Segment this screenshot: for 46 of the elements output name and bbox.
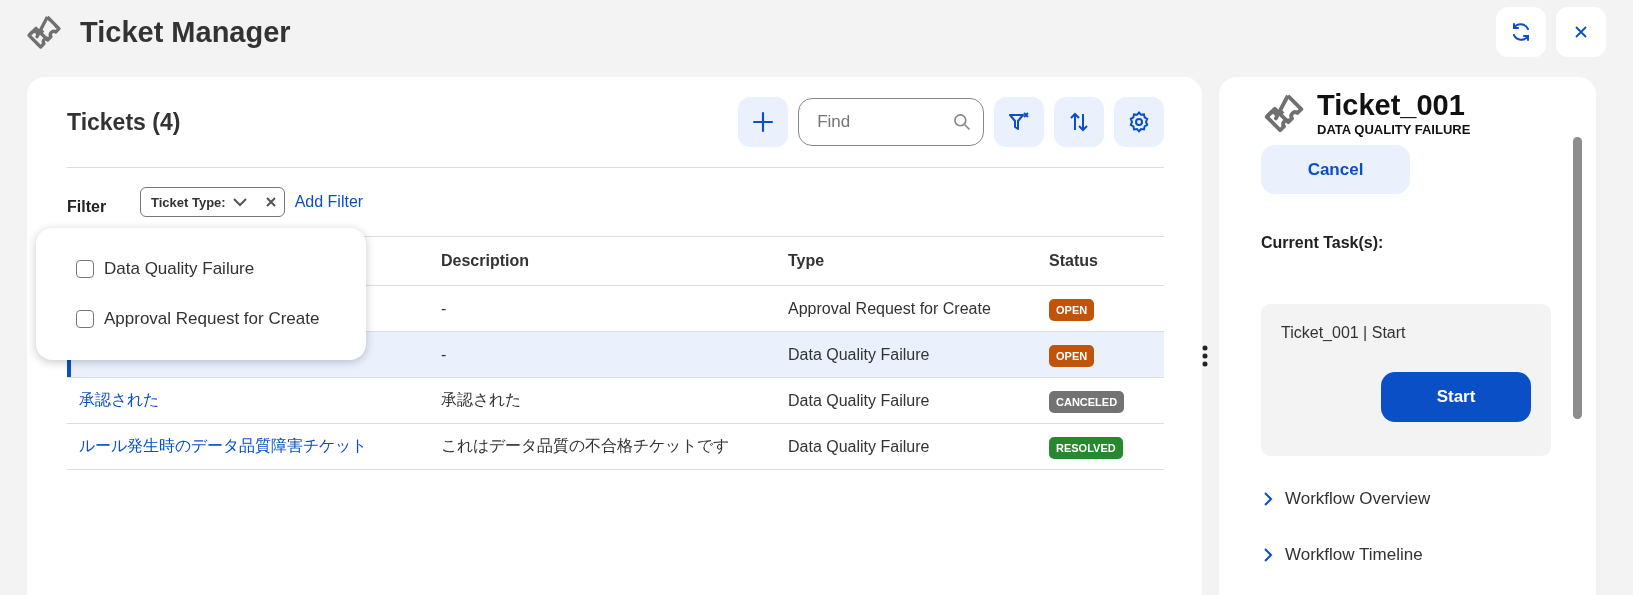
add-filter-link[interactable]: Add Filter	[294, 193, 364, 211]
add-button[interactable]	[738, 97, 789, 147]
close-icon[interactable]	[265, 197, 276, 207]
panel-title: Tickets (4)	[67, 108, 181, 136]
checkbox[interactable]	[76, 310, 94, 328]
table-cell: Data Quality Failure	[788, 345, 930, 363]
status-badge: OPEN	[1049, 298, 1095, 321]
ticket-title: Ticket_001	[1317, 89, 1466, 122]
column-header: Description	[441, 252, 529, 269]
section-toggle[interactable]: Workflow Overview	[1261, 486, 1433, 512]
status-badge: CANCELED	[1049, 390, 1125, 413]
table-row[interactable]: 承認された 承認された Data Quality Failure CANCELED	[67, 377, 1165, 424]
ticket-link[interactable]: ルール発生時のデータ品質障害チケット	[79, 437, 367, 454]
tasks-label: Current Task(s):	[1261, 234, 1384, 252]
sort-button[interactable]	[1054, 97, 1105, 147]
table-cell: -	[441, 299, 447, 317]
filter-label: Filter	[67, 198, 108, 216]
search-icon	[952, 112, 973, 132]
settings-button[interactable]	[1114, 97, 1165, 147]
ticket-type: DATA QUALITY FAILURE	[1317, 122, 1471, 137]
table-cell: Data Quality Failure	[788, 437, 930, 455]
table-cell: Approval Request for Create	[788, 299, 991, 317]
start-button[interactable]: Start	[1381, 372, 1531, 422]
table-cell: これはデータ品質の不合格チケットです	[441, 437, 729, 454]
close-button[interactable]	[1556, 7, 1606, 57]
search-field[interactable]: Find	[798, 98, 985, 146]
more-icon[interactable]	[1202, 345, 1209, 367]
scrollbar[interactable]	[1573, 137, 1582, 419]
refresh-button[interactable]	[1496, 7, 1546, 57]
status-badge: OPEN	[1049, 344, 1095, 367]
column-header: Type	[788, 252, 825, 269]
chevron-down-icon	[231, 197, 248, 207]
table-cell: Data Quality Failure	[788, 391, 930, 409]
ticket-link[interactable]: 承認された	[79, 391, 159, 408]
task-title: Ticket_001 | Start	[1281, 324, 1407, 342]
column-header: Status	[1049, 252, 1098, 269]
cancel-button[interactable]: Cancel	[1261, 145, 1410, 194]
checkbox[interactable]	[76, 260, 94, 278]
table-cell: -	[441, 345, 447, 363]
table-row[interactable]: ルール発生時のデータ品質障害チケット これはデータ品質の不合格チケットです Data Quality Failure RESOLVED	[67, 423, 1165, 470]
app-title: Ticket Manager	[80, 15, 291, 49]
filter-chip[interactable]: Ticket Type:	[140, 187, 285, 217]
section-toggle[interactable]: Workflow Timeline	[1261, 542, 1425, 568]
clear-filter-button[interactable]	[994, 97, 1045, 147]
status-badge: RESOLVED	[1049, 436, 1123, 459]
table-cell: 承認された	[441, 391, 521, 408]
